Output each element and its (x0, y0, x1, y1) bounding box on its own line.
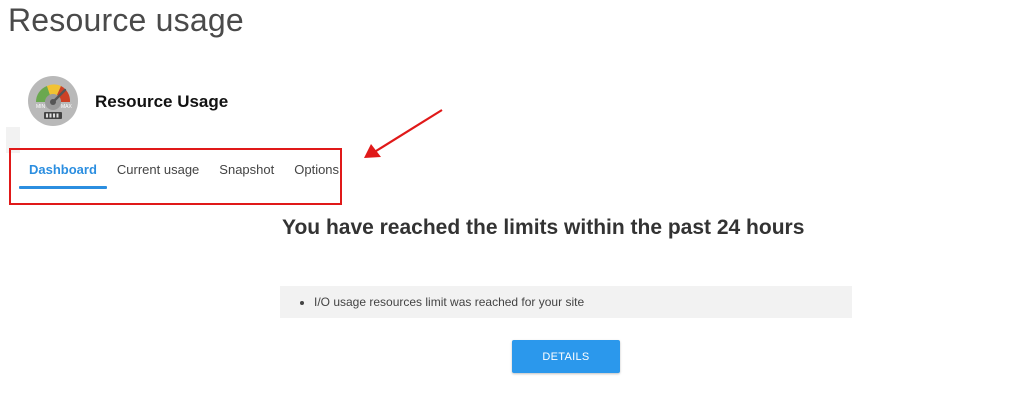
annotation-arrow-icon (364, 109, 443, 158)
gauge-min-label: MIN (36, 104, 46, 110)
page-title: Resource usage (8, 2, 244, 38)
limits-headline: You have reached the limits within the p… (282, 216, 805, 239)
gauge-max-label: MAX (61, 104, 73, 110)
annotation-highlight-box (9, 148, 342, 205)
gauge-icon: MIN MAX (28, 76, 78, 126)
details-button[interactable]: DETAILS (512, 340, 620, 373)
alert-item: I/O usage resources limit was reached fo… (314, 286, 852, 318)
app-name: Resource Usage (95, 92, 229, 111)
alert-panel: I/O usage resources limit was reached fo… (280, 286, 852, 318)
